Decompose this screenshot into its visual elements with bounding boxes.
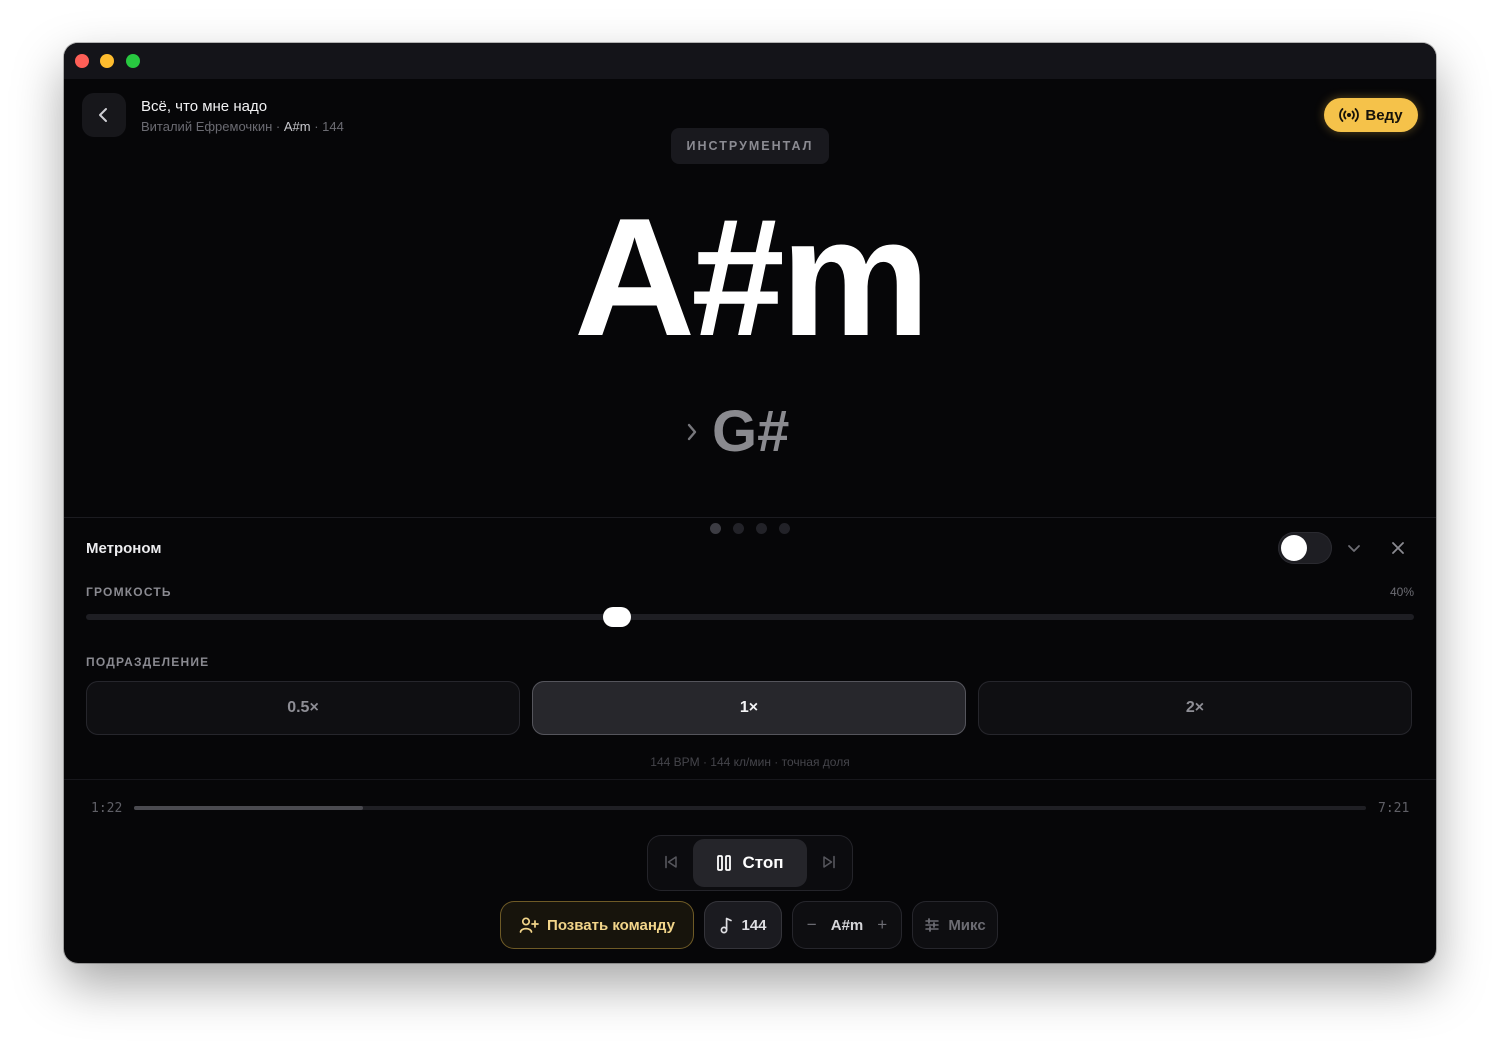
page-dot[interactable] [710,523,721,534]
song-meta: Виталий Ефремочкин · A#m · 144 [141,119,344,134]
volume-value: 40% [1389,585,1414,599]
page-dot[interactable] [733,523,744,534]
back-button[interactable] [82,93,126,137]
page-dot[interactable] [779,523,790,534]
key-down-button[interactable]: − [807,915,817,935]
playback-progress[interactable] [134,806,1366,810]
subdivision-one-button[interactable]: 1× [532,681,966,735]
maximize-window-button[interactable] [126,54,140,68]
key-value: A#m [830,916,864,934]
key-control: − A#m + [792,901,902,949]
artist-name: Виталий Ефремочкин [141,119,273,134]
elapsed-time: 1:22 [91,801,123,816]
subdivision-half-button[interactable]: 0.5× [86,681,520,735]
metronome-title: Метроном [86,540,162,557]
bpm-info: 144 BPM · 144 кл/мин · точная доля [650,755,850,769]
subdivision-label: ПОДРАЗДЕЛЕНИЕ [86,655,210,669]
music-note-icon [721,917,733,934]
volume-slider-thumb[interactable] [603,607,632,627]
section-badge: ИНСТРУМЕНТАЛ [671,128,829,164]
sliders-icon [925,918,940,932]
collapse-button[interactable] [1346,537,1362,559]
toggle-knob [1281,535,1307,561]
divider [64,517,1436,518]
title-bar [64,43,1436,79]
volume-label: ГРОМКОСТЬ [86,585,172,599]
transport-controls: Стоп [647,835,853,891]
next-chord-label: G# [712,399,790,464]
broadcast-icon [1339,108,1360,122]
invite-team-label: Позвать команду [547,916,675,934]
next-button[interactable] [821,854,837,875]
chevron-right-icon [684,420,700,444]
subdivision-double-button[interactable]: 2× [978,681,1412,735]
progress-fill [134,806,364,810]
stop-button[interactable]: Стоп [693,839,807,887]
total-time: 7:21 [1378,801,1410,816]
minimize-window-button[interactable] [100,54,114,68]
volume-slider-track[interactable] [86,614,1414,620]
app-window: Всё, что мне надо Виталий Ефремочкин · A… [64,43,1436,963]
chevron-left-icon [99,108,107,122]
current-chord: A#m [573,183,930,371]
chevron-down-icon [1348,545,1360,552]
song-tempo: 144 [322,119,344,134]
divider [64,779,1436,780]
pause-icon [717,855,732,871]
skip-forward-icon [823,855,835,869]
close-icon [1392,542,1404,554]
lead-button-label: Веду [1365,106,1403,124]
page-dots [710,523,790,534]
song-title: Всё, что мне надо [141,98,268,115]
metronome-toggle[interactable] [1278,532,1332,564]
skip-back-icon [665,855,677,869]
user-plus-icon [519,917,539,933]
tempo-button[interactable]: 144 [704,901,782,949]
prev-button[interactable] [663,854,679,875]
next-chord: G# [684,403,789,461]
stop-label: Стоп [742,853,784,872]
invite-team-button[interactable]: Позвать команду [500,901,694,949]
song-key: A#m [283,119,311,134]
mix-button[interactable]: Микс [912,901,998,949]
lead-button[interactable]: Веду [1324,98,1418,132]
close-window-button[interactable] [75,54,89,68]
page-dot[interactable] [756,523,767,534]
close-panel-button[interactable] [1387,537,1409,559]
mix-label: Микс [948,916,986,934]
tempo-value: 144 [741,916,767,934]
key-up-button[interactable]: + [877,915,887,935]
